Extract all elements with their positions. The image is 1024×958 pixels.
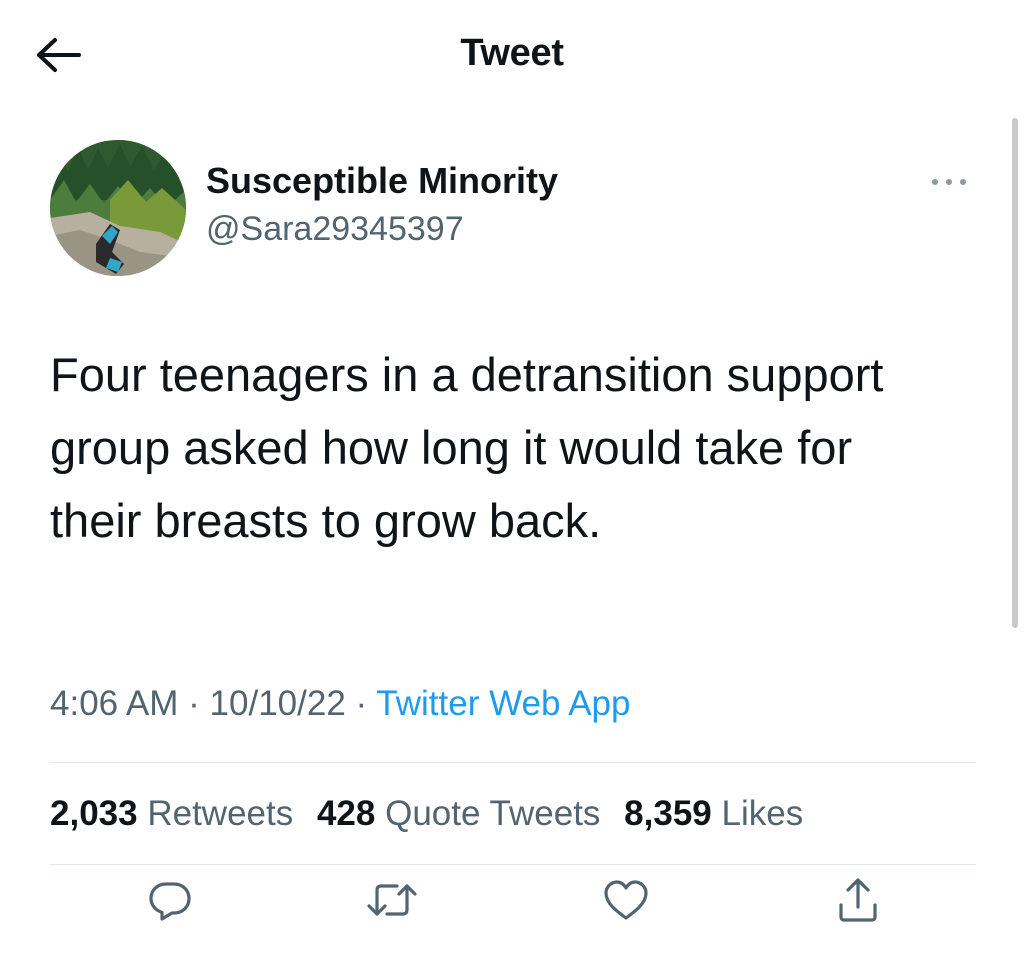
tweet-stats: 2,033 Retweets 428 Quote Tweets 8,359 Li… bbox=[50, 794, 817, 834]
tweet-time[interactable]: 4:06 AM bbox=[50, 684, 178, 723]
tweet-meta: 4:06 AM · 10/10/22 · Twitter Web App bbox=[50, 684, 630, 724]
tweet-text: Four teenagers in a detransition support… bbox=[50, 348, 884, 547]
quote-tweets-label: Quote Tweets bbox=[385, 794, 601, 833]
retweets-count: 2,033 bbox=[50, 794, 138, 833]
retweets-label: Retweets bbox=[147, 794, 294, 833]
more-options-button[interactable] bbox=[924, 162, 974, 202]
tweet-date[interactable]: 10/10/22 bbox=[210, 684, 346, 723]
meta-separator: · bbox=[355, 684, 368, 723]
share-icon bbox=[839, 878, 877, 922]
more-dots-icon bbox=[932, 179, 966, 185]
retweet-button[interactable] bbox=[362, 872, 422, 928]
retweets-stat[interactable]: 2,033 Retweets bbox=[50, 794, 293, 834]
likes-count: 8,359 bbox=[624, 794, 712, 833]
author-display-name[interactable]: Susceptible Minority bbox=[206, 160, 558, 202]
tweet-source-link[interactable]: Twitter Web App bbox=[376, 684, 630, 723]
likes-label: Likes bbox=[721, 794, 804, 833]
top-bar: Tweet bbox=[0, 0, 1024, 110]
avatar[interactable] bbox=[50, 140, 186, 276]
reply-icon bbox=[149, 882, 191, 921]
retweet-icon bbox=[367, 884, 417, 916]
quote-tweets-count: 428 bbox=[316, 794, 376, 833]
share-button[interactable] bbox=[828, 872, 888, 928]
likes-stat[interactable]: 8,359 Likes bbox=[624, 794, 803, 834]
avatar-image bbox=[50, 140, 186, 276]
divider bbox=[50, 762, 976, 763]
page-title: Tweet bbox=[460, 32, 564, 74]
quote-tweets-stat[interactable]: 428 Quote Tweets bbox=[317, 794, 600, 834]
reply-button[interactable] bbox=[140, 872, 200, 928]
scrollbar[interactable] bbox=[1012, 118, 1018, 628]
meta-separator: · bbox=[188, 684, 200, 723]
author-handle[interactable]: @Sara29345397 bbox=[206, 210, 464, 249]
like-button[interactable] bbox=[596, 872, 656, 928]
divider bbox=[50, 864, 976, 865]
heart-icon bbox=[604, 880, 648, 920]
